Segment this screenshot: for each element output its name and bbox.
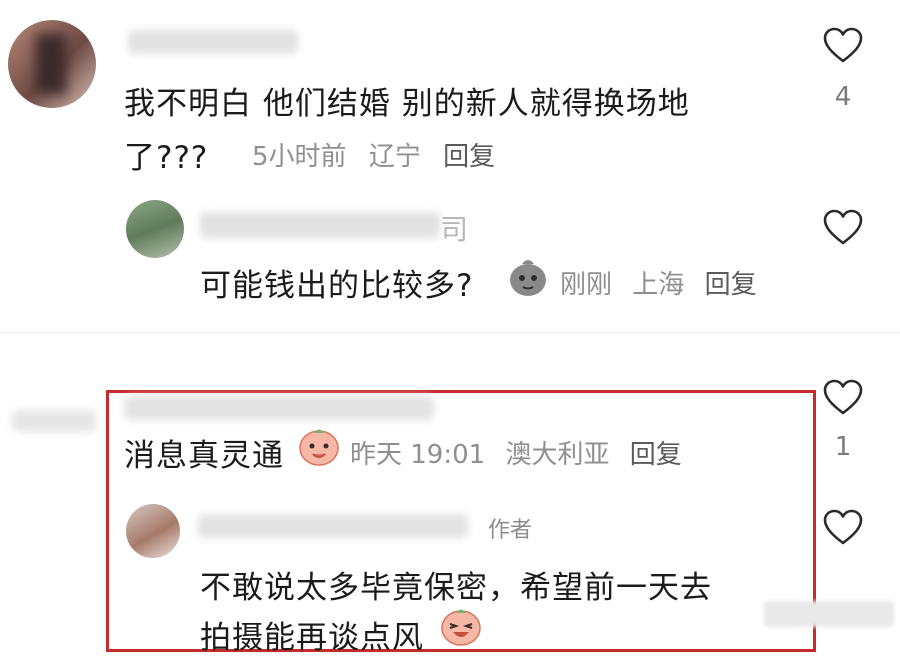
avatar[interactable]	[126, 200, 184, 258]
comment-text: 我不明白 他们结婚 别的新人就得换场地	[124, 86, 690, 122]
reply-meta: 刚刚 上海 回复	[560, 264, 757, 301]
username-blurred[interactable]	[198, 514, 468, 538]
comment-text: 消息真灵通	[124, 438, 284, 474]
like-count: 1	[834, 432, 852, 462]
heart-outline-icon[interactable]	[822, 208, 864, 246]
comment-location: 辽宁	[368, 142, 421, 172]
grey-sticker-icon	[510, 260, 546, 296]
heart-outline-icon[interactable]	[822, 508, 864, 546]
reply-button[interactable]: 回复	[705, 270, 757, 300]
avatar[interactable]	[126, 504, 180, 558]
comment-meta: 5小时前 辽宁 回复	[252, 136, 495, 173]
watermark	[764, 601, 894, 627]
comment-time: 5小时前	[252, 142, 347, 172]
reply-time: 刚刚	[560, 270, 613, 300]
username-blurred[interactable]	[200, 212, 440, 238]
divider	[0, 332, 900, 333]
like-count: 4	[834, 82, 852, 112]
reply-text-line2: 拍摄能再谈点风	[200, 620, 424, 656]
comment-meta: 昨天 19:01 澳大利亚 回复	[350, 434, 682, 471]
avatar-blurred[interactable]	[12, 410, 96, 432]
heart-outline-icon[interactable]	[822, 26, 864, 64]
reply-text: 可能钱出的比较多?	[200, 268, 474, 304]
comment-time: 昨天 19:01	[350, 440, 486, 470]
username-blurred[interactable]	[124, 396, 434, 420]
reply-location: 上海	[632, 270, 685, 300]
comment-location: 澳大利亚	[505, 440, 610, 470]
reply-text: 不敢说太多毕竟保密，希望前一天去	[200, 570, 712, 606]
peach-sticker-icon	[441, 609, 481, 646]
peach-sticker-icon	[299, 429, 339, 466]
comment-text-line2: 了???	[124, 140, 209, 176]
author-badge: 作者	[488, 518, 533, 543]
reply-button[interactable]: 回复	[630, 440, 682, 470]
username-blurred[interactable]	[128, 30, 298, 54]
heart-outline-icon[interactable]	[822, 378, 864, 416]
username-fragment: 司	[440, 213, 469, 246]
avatar[interactable]	[8, 20, 96, 108]
reply-button[interactable]: 回复	[443, 142, 495, 172]
